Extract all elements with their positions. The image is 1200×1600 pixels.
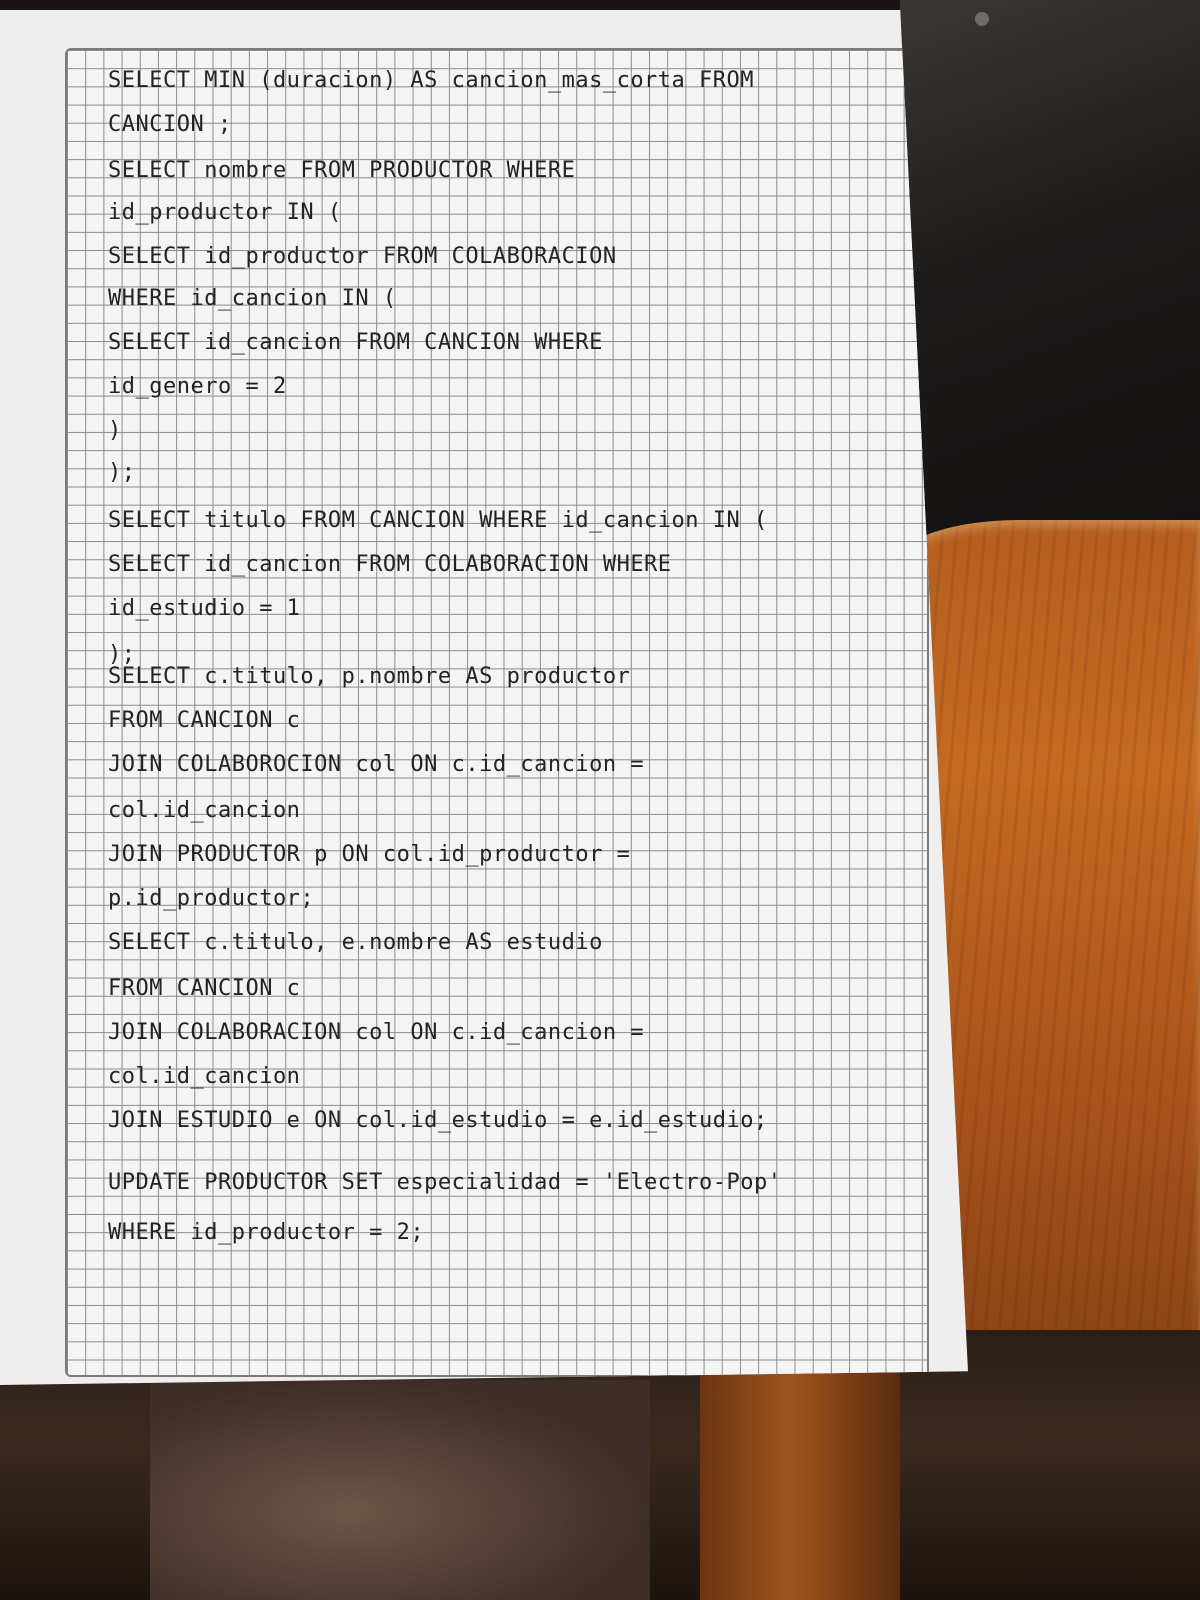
wooden-chair-leg [700, 1370, 900, 1600]
note-line: JOIN PRODUCTOR p ON col.id_productor = [108, 842, 631, 867]
note-line: id_estudio = 1 [108, 596, 301, 621]
note-line: CANCION ; [108, 112, 232, 137]
note-line: SELECT c.titulo, p.nombre AS productor [108, 664, 631, 689]
note-line: SELECT id_productor FROM COLABORACION [108, 244, 617, 269]
note-line: SELECT nombre FROM PRODUCTOR WHERE [108, 158, 576, 183]
note-line: SELECT c.titulo, e.nombre AS estudio [108, 930, 603, 955]
note-line: JOIN COLABOROCION col ON c.id_cancion = [108, 752, 645, 777]
note-line: col.id_cancion [108, 1064, 301, 1089]
note-line: JOIN ESTUDIO e ON col.id_estudio = e.id_… [108, 1108, 768, 1133]
knee [150, 1380, 650, 1600]
note-line: FROM CANCION c [108, 976, 301, 1001]
note-line: WHERE id_productor = 2; [108, 1220, 425, 1245]
note-line: SELECT id_cancion FROM CANCION WHERE [108, 330, 603, 355]
note-line: SELECT MIN (duracion) AS cancion_mas_cor… [108, 68, 755, 93]
glass-table-background [900, 0, 1200, 560]
note-line: JOIN COLABORACION col ON c.id_cancion = [108, 1020, 645, 1045]
note-line: SELECT id_cancion FROM COLABORACION WHER… [108, 552, 672, 577]
note-line: id_genero = 2 [108, 374, 287, 399]
note-line: WHERE id_cancion IN ( [108, 286, 397, 311]
notebook-page: SELECT MIN (duracion) AS cancion_mas_cor… [0, 10, 968, 1385]
note-line: FROM CANCION c [108, 708, 301, 733]
note-line: p.id_productor; [108, 886, 315, 911]
note-line: ); [108, 460, 136, 485]
note-line: SELECT titulo FROM CANCION WHERE id_canc… [108, 508, 768, 533]
note-line: UPDATE PRODUCTOR SET especialidad = 'Ele… [108, 1170, 782, 1195]
note-line: id_productor IN ( [108, 200, 342, 225]
note-line: ) [108, 418, 122, 443]
photo-scene: SELECT MIN (duracion) AS cancion_mas_cor… [0, 0, 1200, 1600]
glass-spot [975, 12, 989, 26]
note-line: col.id_cancion [108, 798, 301, 823]
